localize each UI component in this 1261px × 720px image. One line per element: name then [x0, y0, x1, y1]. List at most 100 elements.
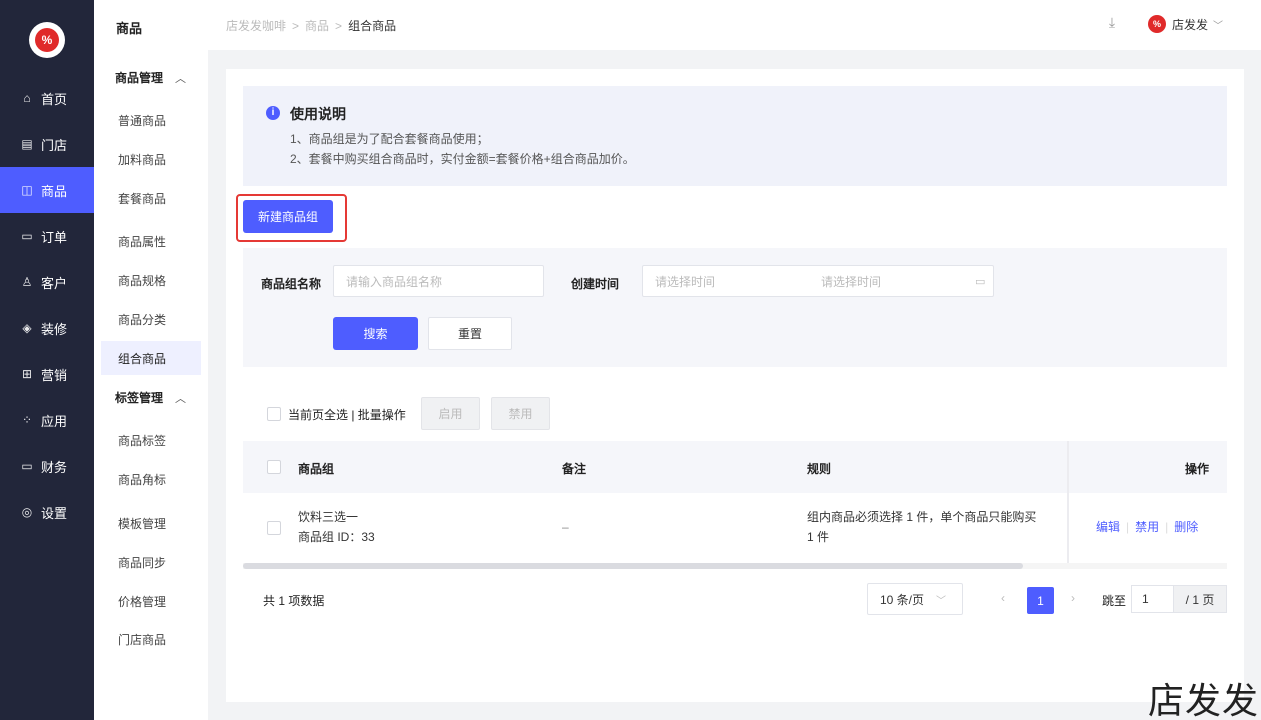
- select-all-checkbox[interactable]: [267, 407, 281, 421]
- decoration-icon: ◈: [22, 321, 32, 335]
- order-icon: ▭: [21, 229, 33, 243]
- usage-notice: i 使用说明 1、商品组是为了配合套餐商品使用； 2、套餐中购买组合商品时，实付…: [243, 86, 1227, 186]
- submenu-item-templates[interactable]: 模板管理: [101, 506, 201, 540]
- brand-logo[interactable]: %: [29, 22, 65, 58]
- settings-icon: ◎: [21, 505, 33, 519]
- submenu-item-store-goods[interactable]: 门店商品: [101, 622, 201, 656]
- breadcrumb-item[interactable]: 商品: [305, 19, 329, 33]
- page-number[interactable]: 1: [1027, 587, 1054, 614]
- group-remark: –: [562, 520, 569, 534]
- nav-item-label: 客户: [41, 275, 68, 291]
- breadcrumb-separator: >: [292, 19, 300, 33]
- chevron-down-icon: ﹀: [1213, 20, 1224, 32]
- submenu-item-categories[interactable]: 商品分类: [101, 302, 201, 336]
- action-separator: |: [1126, 520, 1130, 534]
- start-time-input[interactable]: 请选择时间: [655, 273, 821, 290]
- top-bar: 店发发咖啡 > 商品 > 组合商品 ⤓ % 店发发 ﹀: [208, 0, 1261, 50]
- row-checkbox[interactable]: [267, 521, 281, 535]
- new-group-button[interactable]: 新建商品组: [243, 200, 333, 233]
- nav-item-label: 财务: [41, 459, 68, 475]
- store-icon: ▤: [21, 137, 33, 151]
- submenu-item-attributes[interactable]: 商品属性: [101, 224, 201, 258]
- nav-item-store[interactable]: ▤ 门店: [0, 121, 94, 167]
- column-header-rule: 规则: [807, 462, 832, 476]
- total-count: 共 1 项数据: [263, 594, 325, 608]
- submenu-item-combo-goods[interactable]: 套餐商品: [101, 181, 201, 215]
- submenu-item-specs[interactable]: 商品规格: [101, 263, 201, 297]
- filter-panel: 商品组名称 请输入商品组名称 创建时间 请选择时间 请选择时间 ▭ 搜索 重置: [243, 248, 1227, 367]
- group-id: 商品组 ID：33: [298, 530, 375, 544]
- column-header-action: 操作: [1185, 462, 1210, 476]
- breadcrumb-current: 组合商品: [348, 19, 397, 33]
- submenu-item-pricing[interactable]: 价格管理: [101, 584, 201, 618]
- home-icon: ⌂: [23, 91, 31, 105]
- action-separator: |: [1165, 520, 1169, 534]
- jump-input[interactable]: 1: [1131, 585, 1174, 613]
- reset-button[interactable]: 重置: [428, 317, 512, 350]
- nav-item-decoration[interactable]: ◈ 装修: [0, 305, 94, 351]
- header-checkbox[interactable]: [267, 460, 281, 474]
- breadcrumb-item[interactable]: 店发发咖啡: [226, 19, 286, 33]
- delete-link[interactable]: 删除: [1174, 520, 1198, 534]
- create-time-range[interactable]: 请选择时间 请选择时间 ▭: [642, 265, 994, 297]
- watermark: 店发发: [1148, 681, 1260, 720]
- submenu-group-label: 商品管理: [115, 71, 164, 85]
- search-button[interactable]: 搜索: [333, 317, 418, 350]
- bulk-operation-label: 当前页全选 | 批量操作: [288, 408, 406, 422]
- goods-submenu: 商品 商品管理 ︿ 普通商品 加料商品 套餐商品 商品属性 商品规格 商品分类 组…: [94, 0, 208, 720]
- nav-item-label: 门店: [41, 137, 68, 153]
- row-actions: 编辑 | 禁用 | 删除: [1096, 518, 1198, 537]
- next-page-icon[interactable]: ›: [1071, 591, 1075, 605]
- chevron-up-icon: ︿: [175, 73, 187, 85]
- nav-item-orders[interactable]: ▭ 订单: [0, 213, 94, 259]
- bulk-enable-button[interactable]: 启用: [421, 397, 480, 430]
- wallet-icon: ▭: [21, 459, 33, 473]
- nav-item-home[interactable]: ⌂ 首页: [0, 75, 94, 121]
- submenu-group-label: 标签管理: [115, 391, 164, 405]
- group-name: 饮料三选一: [298, 510, 359, 524]
- table-scrollbar[interactable]: [243, 563, 1227, 569]
- disable-link[interactable]: 禁用: [1135, 520, 1159, 534]
- nav-item-label: 首页: [41, 91, 68, 107]
- submenu-item-group-goods[interactable]: 组合商品: [101, 341, 201, 375]
- nav-item-finance[interactable]: ▭ 财务: [0, 443, 94, 489]
- submenu-item-badges[interactable]: 商品角标: [101, 462, 201, 496]
- nav-item-customers[interactable]: ♙ 客户: [0, 259, 94, 305]
- info-icon: i: [266, 106, 280, 120]
- nav-item-apps[interactable]: ⁘ 应用: [0, 397, 94, 443]
- user-name: 店发发: [1172, 17, 1209, 32]
- breadcrumb-separator: >: [335, 19, 343, 33]
- submenu-item-normal-goods[interactable]: 普通商品: [101, 103, 201, 137]
- nav-item-settings[interactable]: ◎ 设置: [0, 489, 94, 535]
- goods-icon: ◫: [21, 183, 33, 197]
- submenu-item-tags[interactable]: 商品标签: [101, 423, 201, 457]
- user-avatar: %: [1148, 15, 1166, 33]
- edit-link[interactable]: 编辑: [1096, 520, 1120, 534]
- jump-label: 跳至: [1102, 594, 1127, 608]
- page-size-value: 10 条/页: [880, 592, 925, 607]
- main-nav: % ⌂ 首页 ▤ 门店 ◫ 商品 ▭ 订单 ♙ 客户 ◈ 装修 ⊞ 营销 ⁘ 应用 ▭ 财务 ◎ 设…: [0, 0, 94, 720]
- submenu-item-addon-goods[interactable]: 加料商品: [101, 142, 201, 176]
- group-name-input[interactable]: 请输入商品组名称: [333, 265, 544, 297]
- sticky-column-divider: [1067, 441, 1069, 563]
- column-header-group: 商品组: [298, 462, 335, 476]
- scroll-thumb[interactable]: [243, 563, 1023, 569]
- nav-item-label: 订单: [41, 229, 68, 245]
- end-time-input[interactable]: 请选择时间: [821, 273, 975, 290]
- prev-page-icon[interactable]: ‹: [1001, 591, 1005, 605]
- nav-item-label: 装修: [41, 321, 68, 337]
- table-header: 商品组 备注 规则 操作: [243, 441, 1227, 493]
- page-size-select[interactable]: 10 条/页 ﹀: [867, 583, 963, 615]
- calendar-icon: ▭: [975, 275, 986, 288]
- nav-item-label: 商品: [41, 183, 68, 199]
- gift-icon: ⊞: [21, 367, 33, 381]
- bulk-disable-button[interactable]: 禁用: [491, 397, 550, 430]
- chevron-down-icon: ﹀: [936, 595, 947, 607]
- submenu-group-goods-management[interactable]: 商品管理 ︿: [115, 69, 186, 86]
- download-icon[interactable]: ⤓: [1103, 14, 1121, 32]
- submenu-group-tag-management[interactable]: 标签管理 ︿: [115, 389, 186, 406]
- nav-item-marketing[interactable]: ⊞ 营销: [0, 351, 94, 397]
- nav-item-goods[interactable]: ◫ 商品: [0, 167, 94, 213]
- user-menu[interactable]: % 店发发 ﹀: [1148, 15, 1223, 33]
- submenu-item-sync[interactable]: 商品同步: [101, 545, 201, 579]
